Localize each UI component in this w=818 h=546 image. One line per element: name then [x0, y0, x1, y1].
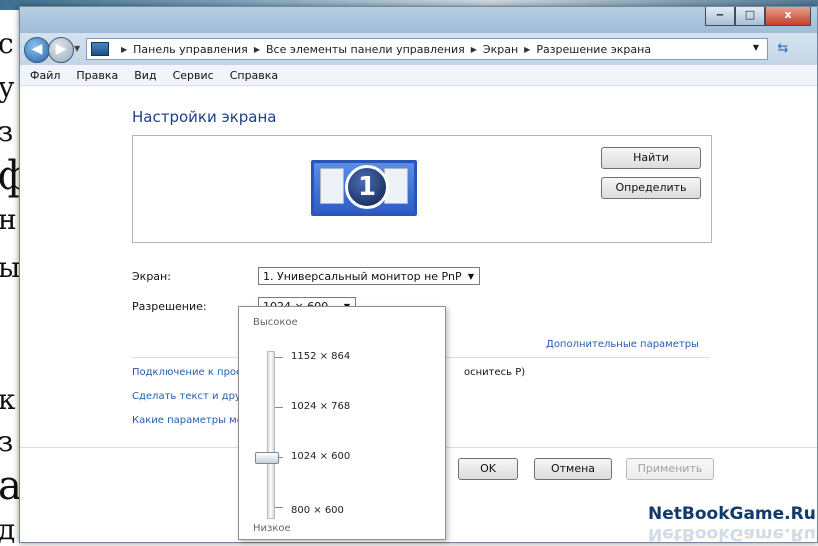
bg-text-line: н	[0, 203, 17, 236]
monitor-icon[interactable]: 1	[311, 160, 417, 216]
watermark-logo: NetBookGame.Ru	[648, 504, 816, 524]
chevron-down-icon: ▼	[467, 272, 474, 281]
bg-text-line: д	[0, 513, 16, 546]
breadcrumb-display[interactable]: Экран	[483, 43, 518, 56]
bg-text-line: с	[0, 27, 14, 60]
recent-pages-chevron-icon[interactable]: ▼	[74, 44, 80, 53]
connect-projector-link[interactable]: Подключение к проек	[132, 367, 248, 378]
breadcrumb-separator-icon[interactable]: ▶	[471, 45, 477, 54]
low-label: Низкое	[253, 523, 291, 534]
menu-help[interactable]: Справка	[230, 69, 278, 82]
breadcrumb-separator-icon[interactable]: ▶	[524, 45, 530, 54]
menu-edit[interactable]: Правка	[76, 69, 118, 82]
breadcrumb-separator-icon[interactable]: ▶	[254, 45, 260, 54]
refresh-icon[interactable]: ⇆	[772, 39, 794, 59]
resolution-option[interactable]: 800 × 600	[291, 505, 344, 516]
resolution-slider-thumb[interactable]	[255, 452, 279, 464]
breadcrumb-screen-resolution[interactable]: Разрешение экрана	[536, 43, 651, 56]
slider-tick	[275, 407, 283, 408]
monitor-preview-panel: 1 Найти Определить	[132, 135, 712, 243]
breadcrumb-control-panel[interactable]: Панель управления	[133, 43, 248, 56]
page-title: Настройки экрана	[132, 108, 277, 126]
back-arrow-icon[interactable]: ◀	[24, 37, 50, 63]
screen-select[interactable]: 1. Универсальный монитор не PnP ▼	[258, 267, 480, 285]
breadcrumb-separator-icon[interactable]: ▶	[121, 45, 127, 54]
forward-arrow-icon[interactable]: ▶	[48, 37, 74, 63]
advanced-settings-link[interactable]: Дополнительные параметры	[546, 339, 699, 350]
address-bar[interactable]: ▶ Панель управления ▶ Все элементы панел…	[86, 38, 768, 60]
resolution-slider-track[interactable]	[267, 351, 275, 519]
address-history-chevron-icon[interactable]: ▼	[753, 43, 759, 52]
slider-tick	[275, 357, 283, 358]
monitor-number-badge: 1	[345, 165, 389, 209]
resolution-option[interactable]: 1024 × 768	[291, 401, 350, 412]
menu-file[interactable]: Файл	[30, 69, 60, 82]
ok-button[interactable]: OK	[458, 458, 518, 480]
resolution-option[interactable]: 1152 × 864	[291, 351, 350, 362]
bg-text-line: к	[0, 383, 16, 416]
bg-text-line: у	[0, 71, 15, 104]
monitor-settings-help-link[interactable]: Какие параметры мон	[132, 415, 249, 426]
title-bar[interactable]: ‒ □ x	[20, 7, 817, 33]
screen-select-value: 1. Универсальный монитор не PnP	[263, 270, 462, 283]
menu-bar: Файл Правка Вид Сервис Справка	[20, 65, 817, 86]
screen-label: Экран:	[132, 270, 171, 283]
bg-text-line: з	[0, 115, 14, 148]
window-controls: ‒ □ x	[705, 7, 811, 26]
menu-view[interactable]: Вид	[134, 69, 156, 82]
apply-button[interactable]: Применить	[626, 458, 714, 480]
close-button[interactable]: x	[765, 7, 811, 26]
menu-tools[interactable]: Сервис	[173, 69, 214, 82]
monitor-window-left	[320, 168, 344, 204]
minimize-button[interactable]: ‒	[705, 7, 735, 26]
text-size-link[interactable]: Сделать текст и други	[132, 391, 253, 402]
resolution-label: Разрешение:	[132, 300, 207, 313]
slider-tick	[275, 507, 283, 508]
bg-text-line: з	[0, 425, 14, 458]
cancel-button[interactable]: Отмена	[534, 458, 612, 480]
maximize-button[interactable]: □	[735, 7, 765, 26]
breadcrumb-all-items[interactable]: Все элементы панели управления	[266, 43, 465, 56]
resolution-dropdown: Высокое 1152 × 864 1024 × 768 1024 × 600…	[238, 306, 446, 540]
resolution-option[interactable]: 1024 × 600	[291, 451, 350, 462]
watermark-reflection: NetBookGame.Ru	[648, 524, 816, 543]
projector-hint-text: оснитесь P)	[464, 367, 526, 378]
navigation-bar: ◀ ▶ ▼ ▶ Панель управления ▶ Все элементы…	[20, 33, 817, 65]
control-panel-icon	[91, 42, 109, 56]
high-label: Высокое	[253, 317, 298, 328]
find-button[interactable]: Найти	[601, 147, 701, 169]
bg-text-line: ы	[0, 251, 21, 284]
identify-button[interactable]: Определить	[601, 177, 701, 199]
